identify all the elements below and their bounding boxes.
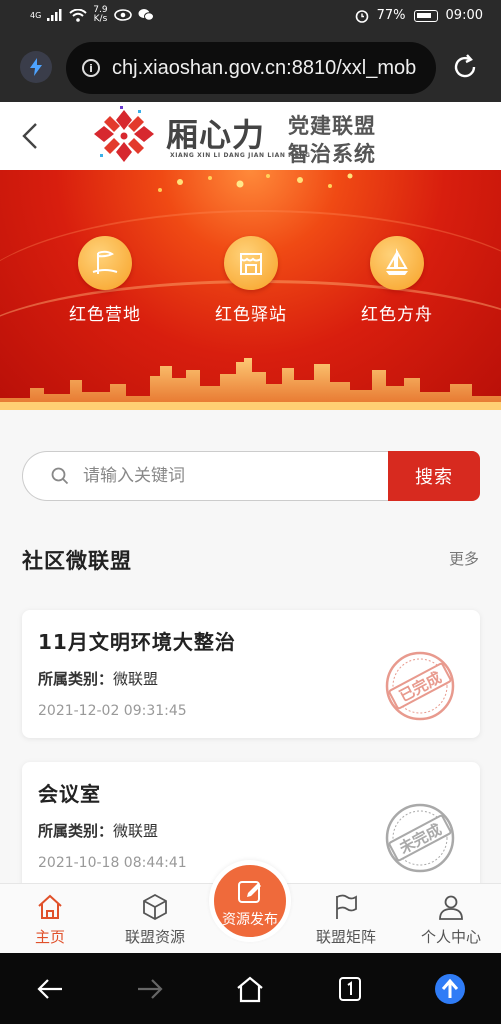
logo-subtitle-2: 智治系统 <box>288 142 376 166</box>
wifi-icon <box>69 8 87 22</box>
net-speed: 7.9 K/s <box>93 6 107 24</box>
hero-banner: 红色营地 红色驿站 红色方舟 <box>0 170 501 410</box>
list-item[interactable]: 11月文明环境大整治 所属类别：微联盟 2021-12-02 09:31:45 … <box>22 610 480 738</box>
flag-map-icon <box>78 236 132 290</box>
search-button[interactable]: 搜索 <box>388 451 480 501</box>
publish-label: 资源发布 <box>222 912 278 928</box>
nav-upload-button[interactable] <box>432 971 468 1007</box>
chevron-left-icon <box>22 123 37 149</box>
more-link[interactable]: 更多 <box>449 548 479 569</box>
incomplete-stamp-icon: 未完成 <box>385 803 455 873</box>
feature-label: 红色驿站 <box>215 305 287 325</box>
tab-label: 主页 <box>34 928 65 946</box>
search-icon <box>51 467 69 485</box>
net-speed-unit: K/s <box>93 14 108 24</box>
card-time: 2021-10-18 08:44:41 <box>38 855 187 871</box>
publish-resource-button[interactable]: 资源发布 <box>209 860 291 942</box>
nav-back-button[interactable] <box>32 971 68 1007</box>
app-header: 厢心力 XIANG XIN LI DANG JIAN LIAN MENG 党建联… <box>0 102 501 170</box>
city-skyline-decoration <box>0 358 501 410</box>
feature-red-ark[interactable]: 红色方舟 <box>342 236 452 325</box>
wechat-icon <box>138 9 154 21</box>
station-icon <box>224 236 278 290</box>
category-value: 微联盟 <box>113 670 159 688</box>
arrow-right-icon <box>138 979 163 999</box>
address-bar[interactable]: i chj.xiaoshan.gov.cn:8810/xxl_mob <box>66 42 436 94</box>
feature-label: 红色营地 <box>69 305 141 325</box>
card-category: 所属类别：微联盟 <box>38 668 158 689</box>
sparkle-decoration <box>158 173 353 192</box>
nav-home-button[interactable] <box>232 971 268 1007</box>
battery-icon <box>413 9 438 22</box>
feature-label: 红色方舟 <box>361 305 433 325</box>
logo-mark-icon <box>94 106 154 162</box>
battery-percent: 77% <box>376 8 406 23</box>
category-value: 微联盟 <box>113 822 159 840</box>
completed-stamp-icon: 已完成 <box>385 651 455 721</box>
category-label: 所属类别： <box>38 670 114 688</box>
logo-text: 厢心力 <box>166 116 266 154</box>
arrow-up-circle-icon <box>435 974 465 1004</box>
eye-icon <box>113 9 132 21</box>
user-icon <box>401 892 501 922</box>
feature-red-station[interactable]: 红色驿站 <box>196 236 306 325</box>
tab-label: 联盟矩阵 <box>315 928 376 946</box>
feature-red-camp[interactable]: 红色营地 <box>50 236 160 325</box>
category-label: 所属类别： <box>38 822 114 840</box>
url-text[interactable]: chj.xiaoshan.gov.cn:8810/xxl_mob <box>112 57 432 80</box>
search-field[interactable] <box>22 451 392 501</box>
nav-tabs-button[interactable] <box>332 971 368 1007</box>
card-category: 所属类别：微联盟 <box>38 820 158 841</box>
back-button[interactable] <box>14 116 46 156</box>
tab-label: 联盟资源 <box>124 928 185 946</box>
card-title: 11月文明环境大整治 <box>38 630 236 654</box>
search-input[interactable] <box>83 466 373 486</box>
nav-forward-button[interactable] <box>132 971 168 1007</box>
status-time: 09:00 <box>445 8 483 23</box>
card-time: 2021-12-02 09:31:45 <box>38 703 187 719</box>
edit-icon <box>214 875 286 907</box>
sailboat-icon <box>370 236 424 290</box>
search-bar: 搜索 <box>22 451 480 501</box>
flag-icon <box>296 892 396 922</box>
reload-icon[interactable] <box>449 51 481 83</box>
logo-subtitle-1: 党建联盟 <box>288 114 376 138</box>
info-icon[interactable]: i <box>82 59 100 77</box>
tabs-icon <box>339 977 361 1001</box>
system-nav-bar <box>0 953 501 1024</box>
signal-icon <box>47 9 62 21</box>
signal-label: 4G <box>30 10 42 20</box>
home-outline-icon <box>237 976 263 1003</box>
tab-label: 个人中心 <box>420 928 481 946</box>
tab-profile[interactable]: 个人中心 <box>401 892 501 947</box>
section-title: 社区微联盟 <box>22 549 132 573</box>
flash-icon[interactable] <box>20 51 52 83</box>
card-title: 会议室 <box>38 782 101 806</box>
tab-alliance-matrix[interactable]: 联盟矩阵 <box>296 892 396 947</box>
home-icon <box>0 892 100 922</box>
cube-icon <box>105 892 205 922</box>
tab-alliance-resources[interactable]: 联盟资源 <box>105 892 205 947</box>
alarm-icon <box>355 9 368 23</box>
status-bar: 4G 7.9 K/s 77% 09:00 <box>0 0 501 34</box>
browser-bar: i chj.xiaoshan.gov.cn:8810/xxl_mob <box>0 34 501 102</box>
arrow-left-icon <box>37 979 62 999</box>
tab-home[interactable]: 主页 <box>0 892 100 947</box>
